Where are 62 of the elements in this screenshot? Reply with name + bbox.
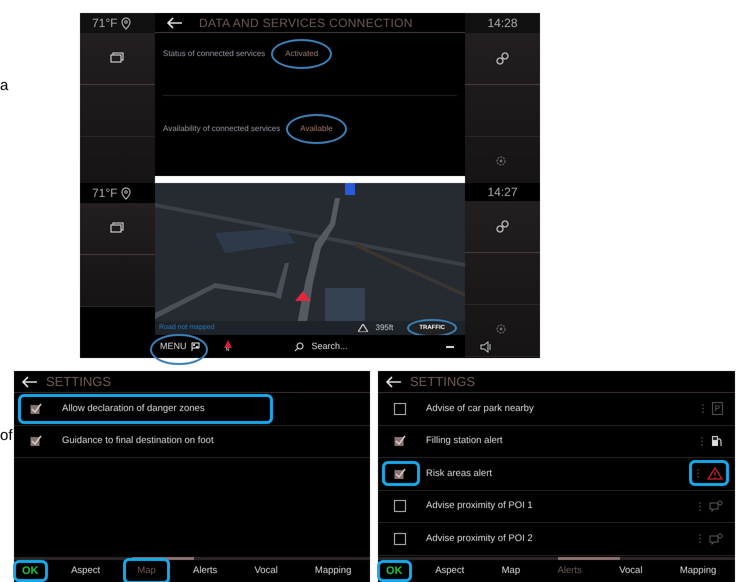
setting-label: Guidance to final destination on foot [62,434,215,448]
gear-cluster-icon [495,51,510,66]
back-arrow-icon [386,376,402,388]
checked-checkbox[interactable] [30,402,42,415]
setting-value: Available [300,122,333,134]
page-text: of [0,428,13,443]
volume-icon [480,340,492,352]
setting-value: Activated [285,48,318,60]
gear-cluster-icon [495,219,510,234]
separator-dots [697,469,699,478]
checkbox[interactable] [394,500,406,512]
elevation-text: 395ft [376,322,394,334]
checkbox[interactable] [394,532,406,545]
speech-bubble-icon [709,500,723,512]
separator-dots [702,404,704,414]
tab[interactable]: Vocal [611,564,650,578]
tab[interactable]: Aspect [63,564,108,578]
checkered-flag-icon [190,342,200,351]
screen-title: DATA AND SERVICES CONNECTION [199,14,413,32]
back-arrow-icon [22,376,38,388]
fuel-pump-icon [711,435,723,448]
search-icon [294,342,304,352]
separator-dots [699,534,701,544]
tab[interactable]: Mapping [306,564,360,578]
tab[interactable]: Mapping [672,564,724,578]
clock-text: 14:28 [465,13,540,33]
setting-label: Advise proximity of POI 1 [426,499,534,514]
mountain-icon [358,324,368,332]
search-field[interactable]: Search... [294,340,404,354]
setting-label: Filling station alert [426,434,504,448]
separator-dots [699,502,701,511]
checked-checkbox[interactable] [394,468,406,480]
tab[interactable]: Alerts [185,564,226,578]
parking-badge: P [712,402,723,416]
setting-label: Status of connected services [163,48,266,60]
ok-button[interactable]: OK [16,562,44,580]
screen-title: SETTINGS [410,372,476,391]
back-arrow-icon [167,16,183,28]
tab[interactable]: Vocal [246,564,286,578]
page-text: a [0,78,8,93]
compass-arrow-icon [224,340,232,348]
speech-bubble-icon [709,532,723,545]
setting-label: Advise proximity of POI 2 [426,532,534,546]
checkbox[interactable] [394,402,406,415]
checked-checkbox[interactable] [30,435,42,448]
temperature-text: 71°F [92,185,118,202]
temperature-text: 71°F [92,15,118,32]
setting-label: Allow declaration of danger zones [62,402,206,416]
menu-button[interactable]: MENU [160,340,200,354]
setting-label: Risk areas alert [426,466,493,481]
checked-checkbox[interactable] [394,435,406,448]
location-pin-icon [121,16,132,30]
ok-button[interactable]: OK [380,562,408,580]
tab[interactable]: Aspect [427,564,472,578]
clock-text: 14:27 [486,184,519,201]
setting-label: Availability of connected services [163,122,280,134]
tab[interactable]: Map [494,564,528,578]
separator-dots [701,436,703,446]
setting-label: Advise of car park nearby [426,402,535,416]
location-pin-icon [121,186,132,200]
screen-title: SETTINGS [46,372,112,391]
warning-triangle-icon [707,467,723,480]
